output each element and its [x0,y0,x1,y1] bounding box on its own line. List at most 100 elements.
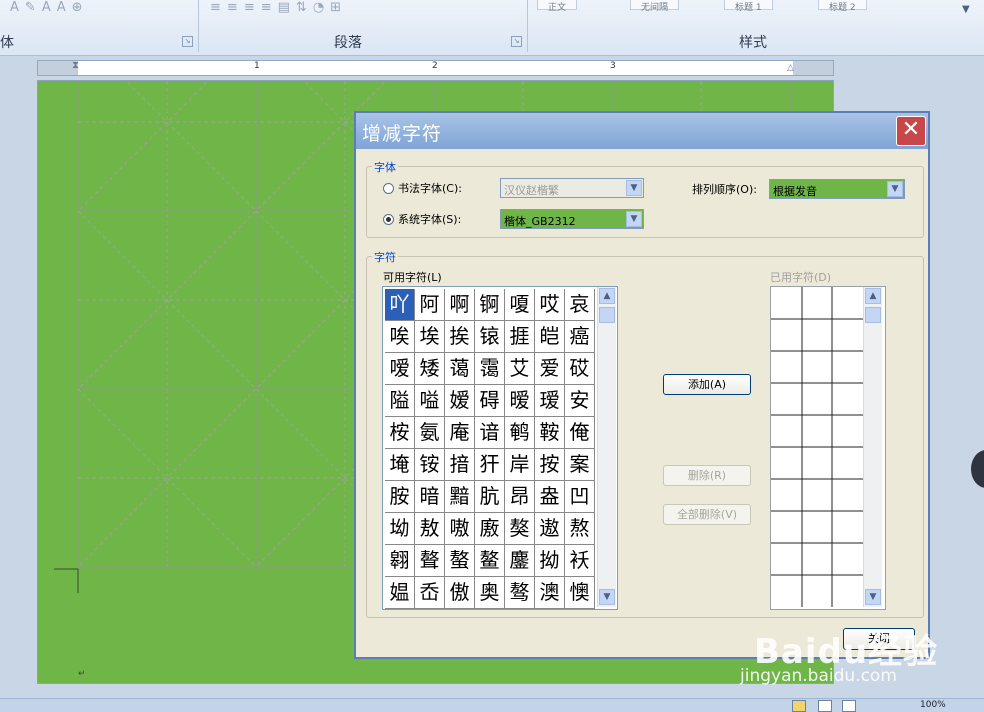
style-heading-1[interactable]: 标题 1 [724,0,773,13]
char-cell[interactable]: 奥 [475,577,505,609]
scroll-down-icon[interactable]: ▼ [599,589,615,605]
char-cell[interactable]: 矮 [415,353,445,385]
font-dialog-launcher-icon[interactable]: ↘ [182,36,193,47]
char-cell[interactable]: 谙 [475,417,505,449]
scroll-thumb[interactable] [865,307,881,323]
char-cell[interactable]: 暗 [415,481,445,513]
web-layout-icon[interactable] [842,700,856,712]
char-cell[interactable]: 凹 [565,481,595,513]
style-heading-2[interactable]: 标题 2 [818,0,867,13]
justify-icon[interactable]: ≡ [261,0,272,16]
char-cell[interactable]: 懊 [565,577,595,609]
char-cell[interactable]: 挨 [445,321,475,353]
chevron-down-icon[interactable]: ▼ [626,180,642,196]
radio-selected-icon[interactable] [383,213,394,225]
font-tools[interactable]: A ✎ A A ⊕ [10,0,83,16]
char-cell[interactable]: 昂 [505,481,535,513]
full-screen-icon[interactable] [818,700,832,712]
scroll-down-icon[interactable]: ▼ [865,589,881,605]
char-cell[interactable]: 暧 [505,385,535,417]
align-right-icon[interactable]: ≡ [244,0,255,16]
enclose-char-icon[interactable]: ⊕ [72,0,83,16]
paragraph-dialog-launcher-icon[interactable]: ↘ [511,36,522,47]
char-cell[interactable]: 碍 [475,385,505,417]
horizontal-ruler[interactable]: 1 2 3 ⧗ △ [37,60,834,76]
char-cell[interactable]: 锕 [475,289,505,321]
char-cell[interactable]: 胺 [385,481,415,513]
scroll-thumb[interactable] [599,307,615,323]
char-cell[interactable]: 澳 [535,577,565,609]
radio-icon[interactable] [383,182,394,194]
right-indent-marker-icon[interactable]: △ [787,63,794,73]
char-cell[interactable]: 蔼 [445,353,475,385]
char-cell[interactable]: 黯 [445,481,475,513]
char-cell[interactable]: 捱 [505,321,535,353]
char-cell[interactable]: 氨 [415,417,445,449]
char-cell[interactable]: 爱 [535,353,565,385]
char-cell[interactable]: 瑷 [535,385,565,417]
delete-all-button[interactable]: 全部删除(V) [663,504,751,525]
char-cell[interactable]: 唉 [385,321,415,353]
print-layout-icon[interactable] [792,700,806,712]
style-no-spacing[interactable]: 无间隔 [630,0,680,13]
char-cell[interactable]: 按 [535,449,565,481]
line-spacing-icon[interactable]: ⇅ [296,0,307,16]
add-button[interactable]: 添加(A) [663,374,751,395]
char-cell[interactable]: 啊 [445,289,475,321]
dialog-titlebar[interactable]: 增减字符 ✕ [356,113,928,149]
char-cell[interactable]: 鏖 [505,545,535,577]
char-cell[interactable]: 熬 [565,513,595,545]
char-cell[interactable]: 庵 [445,417,475,449]
style-normal[interactable]: 正文 [537,0,578,13]
char-cell[interactable]: 岙 [415,577,445,609]
align-left-icon[interactable]: ≡ [210,0,221,16]
char-cell[interactable]: 隘 [385,385,415,417]
char-cell[interactable]: 埯 [385,449,415,481]
char-grid[interactable]: 吖阿啊锕嗄哎哀唉埃挨锿捱皑癌嗳矮蔼霭艾爱砹隘嗌嫒碍暧瑷安桉氨庵谙鹌鞍俺埯铵揞犴岸… [385,289,595,609]
char-cell[interactable]: 盎 [535,481,565,513]
char-cell[interactable]: 鞍 [535,417,565,449]
highlight-icon[interactable]: ✎ [25,0,36,16]
calligraphy-font-combo[interactable]: 汉仪赵楷繁 ▼ [500,178,644,198]
char-cell[interactable]: 袄 [565,545,595,577]
paragraph-tools[interactable]: ≡ ≡ ≡ ≡ ▤ ⇅ ◔ ⊞ [210,0,341,16]
char-cell[interactable]: 皑 [535,321,565,353]
char-cell[interactable]: 肮 [475,481,505,513]
system-font-combo[interactable]: 楷体_GB2312 ▼ [500,209,644,229]
char-cell[interactable]: 嗄 [505,289,535,321]
used-chars-scrollbar[interactable]: ▲ ▼ [863,287,882,607]
text-effect-icon[interactable]: A [10,0,19,16]
chevron-down-icon[interactable]: ▼ [887,181,903,197]
char-cell[interactable]: 廒 [475,513,505,545]
border-icon[interactable]: ⊞ [330,0,341,16]
char-cell[interactable]: 敖 [415,513,445,545]
char-cell[interactable]: 坳 [385,513,415,545]
char-cell[interactable]: 犴 [475,449,505,481]
char-cell[interactable]: 哎 [535,289,565,321]
char-cell[interactable]: 安 [565,385,595,417]
calligraphy-font-radio[interactable]: 书法字体(C): [383,180,462,196]
char-cell[interactable]: 媪 [385,577,415,609]
char-shading-icon[interactable]: A [57,0,66,16]
close-icon[interactable]: ✕ [896,116,926,146]
used-chars-list[interactable]: ▲ ▼ [770,286,886,610]
align-center-icon[interactable]: ≡ [227,0,238,16]
char-cell[interactable]: 嗷 [445,513,475,545]
char-cell[interactable]: 骜 [505,577,535,609]
char-cell[interactable]: 傲 [445,577,475,609]
char-cell[interactable]: 桉 [385,417,415,449]
indent-marker-icon[interactable]: ⧗ [72,60,79,71]
char-cell[interactable]: 埃 [415,321,445,353]
char-cell[interactable]: 鹌 [505,417,535,449]
char-cell[interactable]: 岸 [505,449,535,481]
char-cell[interactable]: 阿 [415,289,445,321]
char-cell[interactable]: 砹 [565,353,595,385]
scroll-up-icon[interactable]: ▲ [865,288,881,304]
delete-button[interactable]: 删除(R) [663,465,751,486]
char-cell[interactable]: 拗 [535,545,565,577]
char-cell[interactable]: 案 [565,449,595,481]
char-cell[interactable]: 鳌 [475,545,505,577]
zoom-level[interactable]: 100% [920,700,946,710]
chevron-down-icon[interactable]: ▼ [626,211,642,227]
shading-icon[interactable]: ◔ [313,0,324,16]
